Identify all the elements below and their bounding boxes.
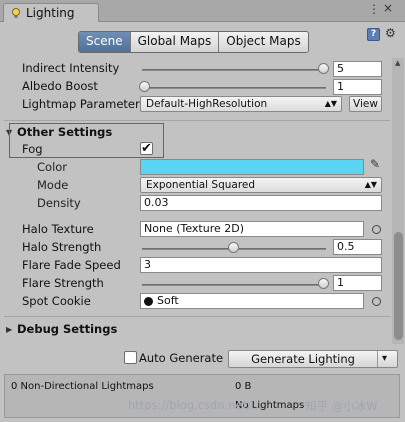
halo-strength-field[interactable]: 0.5 <box>333 239 382 255</box>
fog-color-label: Color <box>37 160 68 174</box>
lighting-window-tab[interactable]: Lighting <box>3 3 99 22</box>
watermark-url: https://blog.csdn.net/... <box>128 398 262 412</box>
halo-strength-slider-knob[interactable] <box>228 242 239 253</box>
lightmap-parameters-dropdown[interactable]: Default-HighResolution ▲▼ <box>140 96 342 112</box>
fog-mode-dropdown[interactable]: Exponential Squared ▲▼ <box>140 177 382 193</box>
window-close-icon[interactable]: × <box>383 1 393 15</box>
mode-tab-group: Scene Global Maps Object Maps <box>78 31 309 53</box>
section-divider <box>4 120 390 121</box>
auto-generate-label: Auto Generate <box>139 351 224 365</box>
dropdown-arrow-icon: ▲▼ <box>324 99 337 108</box>
flare-fade-speed-label: Flare Fade Speed <box>22 258 121 272</box>
debug-settings-title[interactable]: Debug Settings <box>17 322 117 336</box>
flare-fade-speed-field[interactable]: 3 <box>140 257 382 273</box>
indirect-intensity-label: Indirect Intensity <box>22 61 120 75</box>
lightmap-parameters-value: Default-HighResolution <box>146 98 268 110</box>
section-divider <box>4 316 390 317</box>
window-menu-icon[interactable]: ⋮ <box>368 2 380 16</box>
indirect-intensity-field[interactable]: 5 <box>333 61 382 77</box>
halo-texture-label: Halo Texture <box>22 222 94 236</box>
albedo-boost-slider-knob[interactable] <box>139 81 150 92</box>
lightmap-parameters-view-button[interactable]: View <box>349 96 382 112</box>
flare-strength-slider-track[interactable] <box>142 284 326 286</box>
albedo-boost-slider-track[interactable] <box>142 87 326 89</box>
auto-generate-checkbox[interactable] <box>124 351 137 364</box>
halo-texture-field[interactable]: None (Texture 2D) <box>140 221 364 237</box>
lightmap-count-label: 0 Non-Directional Lightmaps <box>11 381 154 392</box>
flare-strength-label: Flare Strength <box>22 276 104 290</box>
fog-mode-label: Mode <box>37 178 69 192</box>
eyedropper-icon[interactable]: ✎ <box>370 157 380 171</box>
tab-object-maps[interactable]: Object Maps <box>219 32 308 52</box>
scroll-up-icon[interactable]: ▲ <box>395 59 400 67</box>
scrollbar-thumb[interactable] <box>394 232 403 340</box>
help-book-icon[interactable]: ? <box>367 28 380 41</box>
settings-scroll-view[interactable]: Indirect Intensity 5 Albedo Boost 1 Ligh… <box>0 58 392 344</box>
generate-lighting-button[interactable]: Generate Lighting ▾ <box>228 350 398 368</box>
fog-density-field[interactable]: 0.03 <box>140 195 382 211</box>
spot-cookie-value: Soft <box>157 294 179 307</box>
halo-strength-label: Halo Strength <box>22 240 102 254</box>
albedo-boost-label: Albedo Boost <box>22 79 98 93</box>
fog-color-swatch[interactable] <box>140 159 364 175</box>
tab-global-maps[interactable]: Global Maps <box>130 32 220 52</box>
albedo-boost-field[interactable]: 1 <box>333 79 382 95</box>
fog-mode-value: Exponential Squared <box>146 179 256 191</box>
generate-lighting-label: Generate Lighting <box>251 352 355 366</box>
lightmap-size-label: 0 B <box>235 381 252 392</box>
indirect-intensity-slider-track[interactable] <box>142 69 326 71</box>
flare-strength-field[interactable]: 1 <box>333 275 382 291</box>
object-picker-icon[interactable] <box>372 297 381 306</box>
button-split-divider <box>377 351 378 367</box>
dropdown-arrow-icon: ▲▼ <box>364 180 377 189</box>
debug-settings-foldout-icon[interactable]: ▶ <box>6 325 12 334</box>
spot-cookie-field[interactable]: Soft <box>140 293 364 309</box>
tab-scene[interactable]: Scene <box>79 32 131 52</box>
lighting-bulb-icon <box>12 8 20 18</box>
window-tab-title: Lighting <box>26 6 75 20</box>
gear-icon[interactable]: ⚙ <box>385 26 396 40</box>
texture-thumbnail-icon <box>144 297 153 306</box>
watermark-credit: 知乎 @小冰W <box>305 399 378 413</box>
annotation-highlight-box <box>9 123 164 158</box>
flare-strength-slider-knob[interactable] <box>318 278 329 289</box>
object-picker-icon[interactable] <box>372 225 381 234</box>
lightmap-parameters-label: Lightmap Parameter <box>22 97 140 111</box>
spot-cookie-label: Spot Cookie <box>22 294 91 308</box>
indirect-intensity-slider-knob[interactable] <box>318 63 329 74</box>
fog-density-label: Density <box>37 196 81 210</box>
generate-options-arrow-icon[interactable]: ▾ <box>382 351 387 367</box>
